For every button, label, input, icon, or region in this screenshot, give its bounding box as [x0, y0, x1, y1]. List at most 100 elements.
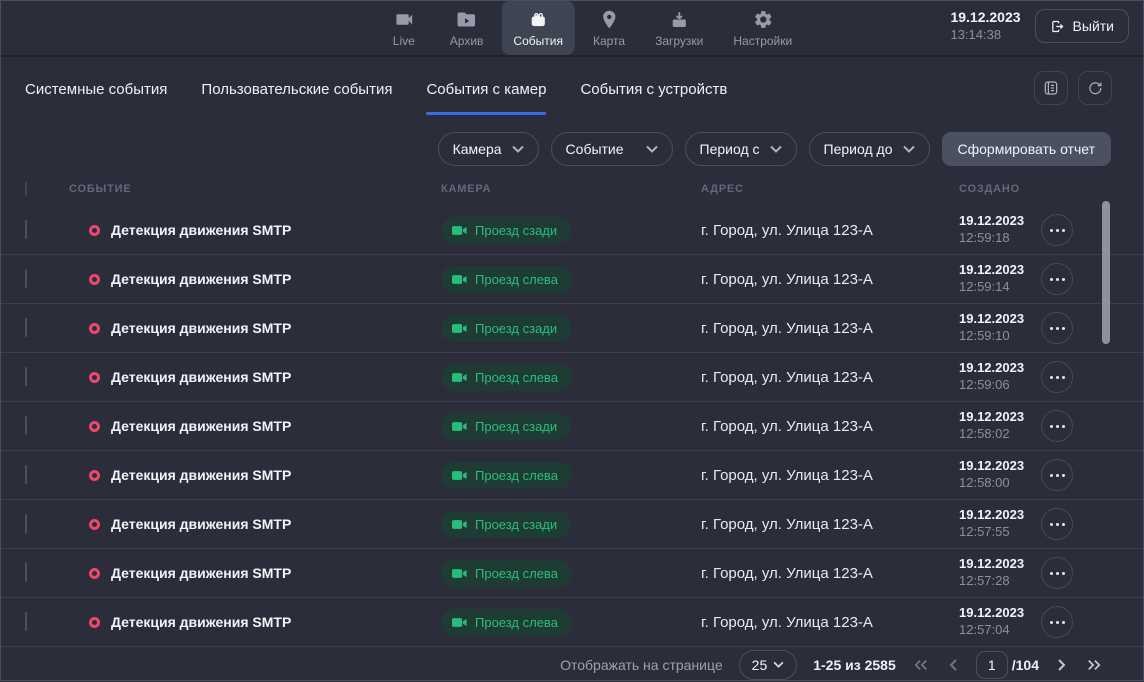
row-actions-button[interactable] — [1041, 410, 1073, 442]
camera-badge[interactable]: Проезд слева — [441, 266, 572, 293]
event-status-icon — [89, 421, 100, 432]
tab-camera-events[interactable]: События с камер — [426, 81, 546, 115]
camera-badge[interactable]: Проезд слева — [441, 609, 572, 636]
row-checkbox[interactable] — [25, 465, 27, 484]
last-page-button[interactable] — [1085, 657, 1103, 673]
logout-label: Выйти — [1073, 18, 1114, 34]
row-checkbox[interactable] — [25, 269, 27, 288]
settings-icon — [752, 9, 773, 30]
nav-label: Архив — [450, 34, 484, 48]
report-journal-button[interactable] — [1034, 71, 1068, 105]
generate-report-button[interactable]: Сформировать отчет — [942, 132, 1112, 166]
created-date: 19.12.2023 — [959, 409, 1041, 426]
camera-filter-dropdown[interactable]: Камера — [438, 132, 539, 166]
tab-user-events[interactable]: Пользовательские события — [201, 81, 392, 115]
table-row[interactable]: Детекция движения SMTP Проезд сзади г. Г… — [1, 500, 1143, 549]
row-checkbox[interactable] — [25, 318, 27, 337]
column-header-created: СОЗДАНО — [959, 183, 1041, 195]
created-date: 19.12.2023 — [959, 458, 1041, 475]
tab-system-events[interactable]: Системные события — [25, 81, 167, 115]
nav-item-downloads[interactable]: Загрузки — [643, 1, 715, 55]
tab-device-events[interactable]: События с устройств — [580, 81, 727, 115]
camera-badge[interactable]: Проезд слева — [441, 462, 572, 489]
event-status-icon — [89, 617, 100, 628]
row-checkbox[interactable] — [25, 220, 27, 239]
journal-icon — [1042, 79, 1060, 97]
nav-label: Настройки — [733, 34, 792, 48]
camera-badge[interactable]: Проезд сзади — [441, 511, 571, 538]
row-actions-button[interactable] — [1041, 263, 1073, 295]
row-actions-button[interactable] — [1041, 361, 1073, 393]
row-actions-button[interactable] — [1041, 459, 1073, 491]
nav-item-settings[interactable]: Настройки — [721, 1, 804, 55]
first-page-button[interactable] — [912, 657, 930, 673]
chevron-right-icon — [1055, 659, 1069, 671]
chevron-down-icon — [770, 145, 782, 153]
period-to-label: Период до — [824, 141, 893, 157]
table-row[interactable]: Детекция движения SMTP Проезд сзади г. Г… — [1, 402, 1143, 451]
pagination-range: 1-25 из 2585 — [813, 657, 896, 673]
prev-page-button[interactable] — [944, 657, 962, 673]
table-row[interactable]: Детекция движения SMTP Проезд сзади г. Г… — [1, 206, 1143, 255]
nav-item-archive[interactable]: Архив — [438, 1, 496, 55]
main-nav: Live Архив События Карта Загрузки Настро… — [376, 1, 804, 55]
page-size-select[interactable]: 25 — [739, 650, 798, 680]
row-actions-button[interactable] — [1041, 557, 1073, 589]
select-all-checkbox[interactable] — [25, 182, 27, 196]
camera-name: Проезд сзади — [475, 419, 557, 434]
event-filter-dropdown[interactable]: Событие — [551, 132, 673, 166]
logout-button[interactable]: Выйти — [1035, 9, 1129, 43]
row-checkbox[interactable] — [25, 514, 27, 533]
double-chevron-right-icon — [1087, 659, 1101, 671]
camera-icon — [452, 274, 467, 285]
camera-filter-label: Камера — [453, 141, 502, 157]
camera-badge[interactable]: Проезд сзади — [441, 413, 571, 440]
camera-badge[interactable]: Проезд сзади — [441, 217, 571, 244]
period-to-dropdown[interactable]: Период до — [809, 132, 930, 166]
tabs: Системные события Пользовательские событ… — [25, 81, 727, 115]
created-cell: 19.12.2023 12:57:04 — [959, 605, 1041, 639]
camera-badge[interactable]: Проезд слева — [441, 364, 572, 391]
table-row[interactable]: Детекция движения SMTP Проезд слева г. Г… — [1, 353, 1143, 402]
row-checkbox[interactable] — [25, 367, 27, 386]
event-name: Детекция движения SMTP — [111, 222, 291, 238]
filters-bar: Камера Событие Период с Период до Сформи… — [1, 127, 1143, 171]
camera-name: Проезд слева — [475, 272, 558, 287]
camera-badge[interactable]: Проезд сзади — [441, 315, 571, 342]
table-row[interactable]: Детекция движения SMTP Проезд сзади г. Г… — [1, 304, 1143, 353]
event-address: г. Город, ул. Улица 123-А — [701, 565, 959, 582]
table-row[interactable]: Детекция движения SMTP Проезд слева г. Г… — [1, 255, 1143, 304]
nav-item-live[interactable]: Live — [376, 1, 432, 55]
camera-badge[interactable]: Проезд слева — [441, 560, 572, 587]
event-status-icon — [89, 274, 100, 285]
table-row[interactable]: Детекция движения SMTP Проезд слева г. Г… — [1, 451, 1143, 500]
datetime: 19.12.2023 13:14:38 — [950, 9, 1020, 43]
table-row[interactable]: Детекция движения SMTP Проезд слева г. Г… — [1, 549, 1143, 598]
row-actions-button[interactable] — [1041, 606, 1073, 638]
vertical-scrollbar[interactable] — [1102, 201, 1110, 344]
nav-item-events[interactable]: События — [501, 1, 575, 55]
created-time: 12:58:02 — [959, 426, 1041, 443]
nav-item-map[interactable]: Карта — [581, 1, 637, 55]
row-actions-button[interactable] — [1041, 312, 1073, 344]
period-from-dropdown[interactable]: Период с — [685, 132, 797, 166]
nav-label: События — [513, 34, 563, 48]
event-status-icon — [89, 470, 100, 481]
tabs-row: Системные события Пользовательские событ… — [1, 57, 1143, 127]
created-date: 19.12.2023 — [959, 605, 1041, 622]
event-status-icon — [89, 225, 100, 236]
row-actions-button[interactable] — [1041, 508, 1073, 540]
next-page-button[interactable] — [1053, 657, 1071, 673]
period-from-label: Период с — [700, 141, 760, 157]
event-name: Детекция движения SMTP — [111, 271, 291, 287]
table-row[interactable]: Детекция движения SMTP Проезд слева г. Г… — [1, 598, 1143, 647]
row-checkbox[interactable] — [25, 612, 27, 631]
row-checkbox[interactable] — [25, 563, 27, 582]
row-checkbox[interactable] — [25, 416, 27, 435]
camera-name: Проезд сзади — [475, 223, 557, 238]
current-page-input[interactable]: 1 — [976, 651, 1008, 679]
double-chevron-left-icon — [914, 659, 928, 671]
row-actions-button[interactable] — [1041, 214, 1073, 246]
refresh-button[interactable] — [1078, 71, 1112, 105]
created-cell: 19.12.2023 12:59:14 — [959, 262, 1041, 296]
